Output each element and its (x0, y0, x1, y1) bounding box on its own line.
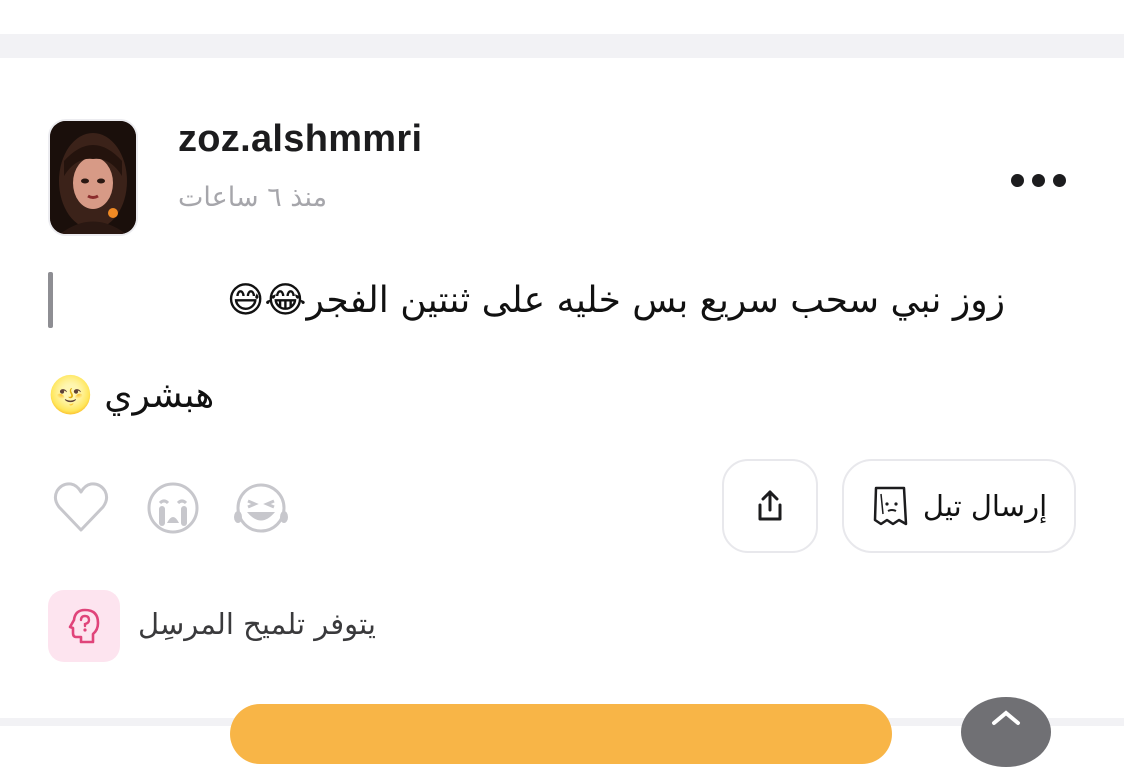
hint-head-icon (68, 608, 100, 644)
top-strip (0, 0, 1124, 34)
quote-bar (48, 272, 53, 328)
username[interactable]: zoz.alshmmri (178, 118, 422, 161)
share-button[interactable] (722, 459, 818, 553)
section-divider (0, 34, 1124, 58)
chevron-up-icon (992, 710, 1020, 725)
more-options-button[interactable] (998, 160, 1078, 200)
send-tell-label: إرسال تيل (922, 489, 1048, 523)
reply-cta-button[interactable] (230, 704, 892, 764)
crying-reaction-button[interactable] (146, 481, 200, 535)
message-text-line2: هبشري 🌝 (48, 375, 215, 416)
laughing-reaction-button[interactable] (233, 481, 289, 535)
more-icon (1010, 173, 1024, 187)
sender-hint-icon-box[interactable] (48, 590, 120, 662)
heart-icon (53, 482, 109, 532)
tell-paper-icon (873, 486, 908, 526)
message-text: زوز نبي سحب سريع بس خليه على ثنتين الفجر… (226, 280, 1005, 321)
send-tell-button[interactable]: إرسال تيل (842, 459, 1076, 553)
post-timestamp: منذ ٦ ساعات (178, 182, 328, 213)
avatar-illustration (50, 121, 136, 234)
laughing-emoji-icon (234, 483, 288, 533)
sender-hint-text[interactable]: يتوفر تلميح المرسِل (138, 607, 376, 641)
heart-reaction-button[interactable] (52, 478, 110, 536)
avatar[interactable] (48, 119, 138, 236)
scroll-top-button[interactable] (961, 697, 1051, 767)
share-icon (758, 490, 782, 521)
crying-emoji-icon (147, 482, 199, 534)
